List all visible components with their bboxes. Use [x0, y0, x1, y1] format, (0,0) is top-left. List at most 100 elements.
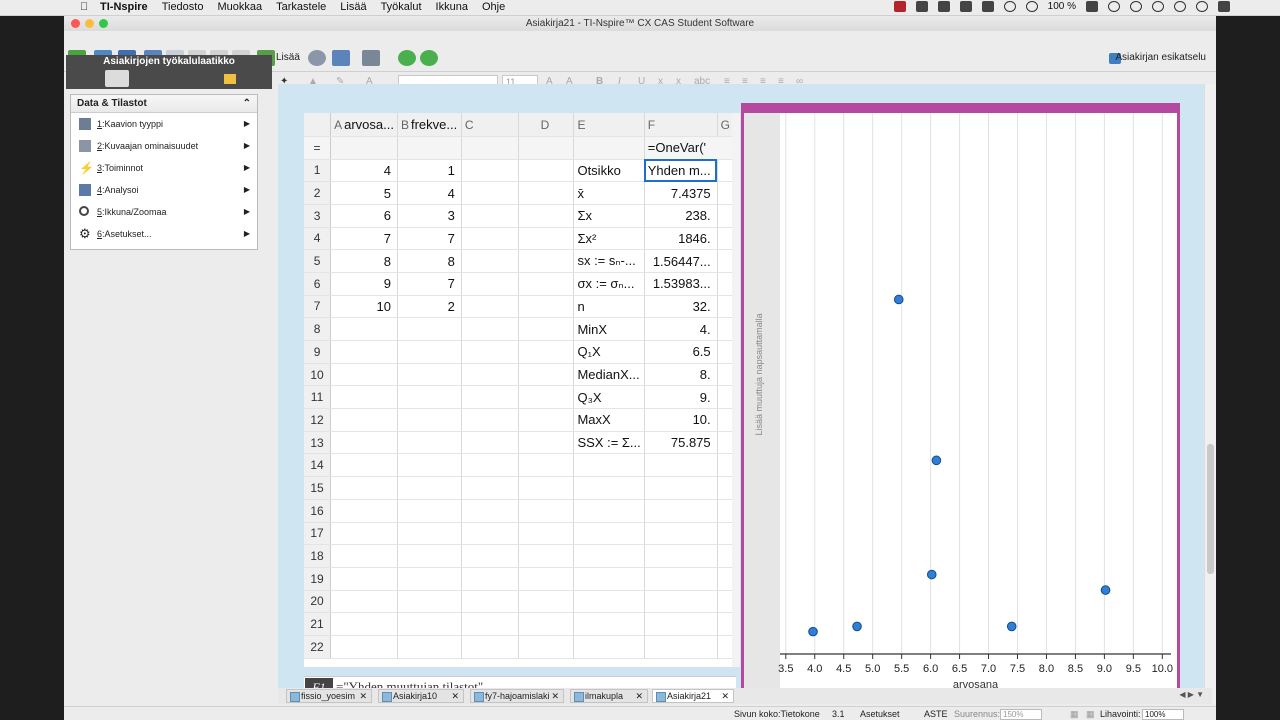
row-number[interactable]: 1 [304, 159, 332, 183]
fit-page-icon[interactable]: ▦ [1070, 709, 1079, 720]
row-number[interactable]: 6 [304, 272, 332, 296]
close-tab-icon[interactable]: ✕ [359, 690, 367, 702]
document-preview-button[interactable]: Asiakirjan esikatselu [1115, 52, 1206, 63]
cell-a[interactable] [330, 431, 398, 455]
workspace-scrollbar[interactable] [1204, 84, 1216, 704]
toolbox-tab-content[interactable] [224, 74, 236, 84]
cell-d[interactable] [518, 567, 575, 591]
doc-tab[interactable]: fissio_yoesim ✕ [286, 689, 372, 703]
approx-select[interactable]: 100% [1142, 709, 1184, 720]
cell-e[interactable] [573, 476, 645, 500]
column-header-a[interactable]: Aarvosa... [330, 113, 398, 137]
cell-b[interactable] [397, 408, 462, 432]
cell-b[interactable] [397, 476, 462, 500]
menu-insert[interactable]: Lisää [340, 1, 366, 13]
formula-cell-f[interactable]: =OneVar(' [644, 136, 736, 160]
cell-a[interactable] [330, 476, 398, 500]
menu-actions[interactable]: ⚡ 3:Toiminnot ▶ [71, 157, 257, 179]
formula-cell-b[interactable] [397, 136, 462, 160]
formula-cell-c[interactable] [461, 136, 519, 160]
cell-a[interactable] [330, 544, 398, 568]
cell-c[interactable] [461, 317, 519, 341]
cell-e[interactable]: Q₁X [573, 340, 645, 364]
cell-e[interactable]: MinX [573, 317, 645, 341]
user-icon[interactable] [1130, 1, 1142, 12]
volume-icon[interactable] [1025, 1, 1038, 12]
cell-a[interactable] [330, 408, 398, 432]
cell-b[interactable] [397, 385, 462, 410]
doc-tab[interactable]: Asiakirja10 ✕ [378, 689, 464, 703]
cell-d[interactable] [518, 499, 575, 523]
cell-f[interactable]: 32. [644, 295, 718, 319]
row-number[interactable]: 17 [304, 522, 332, 546]
cell-c[interactable] [461, 567, 519, 591]
minimize-window-button[interactable] [85, 19, 94, 28]
dropbox-icon[interactable] [915, 1, 928, 12]
row-number[interactable]: 18 [304, 544, 332, 568]
cell-e[interactable]: MaxX [573, 408, 645, 432]
doc-tab[interactable]: fy7-hajoamislaki ✕ [470, 689, 564, 703]
cell-a[interactable]: 9 [330, 272, 398, 296]
cell-a[interactable] [330, 499, 398, 523]
cell-e[interactable] [573, 567, 645, 591]
cell-d[interactable] [518, 317, 575, 341]
cell-e[interactable]: sx := sₙ-... [573, 249, 645, 273]
cell-c[interactable] [461, 431, 519, 455]
cell-f[interactable] [644, 453, 718, 478]
cell-f[interactable]: 1.53983... [644, 272, 718, 296]
cell-e[interactable]: σx := σₙ... [573, 272, 645, 296]
cell-a[interactable] [330, 635, 398, 659]
cell-d[interactable] [518, 249, 575, 273]
cell-c[interactable] [461, 635, 519, 659]
wifi-icon[interactable] [1003, 1, 1016, 12]
plot-svg[interactable]: 3.5 4.0 4.5 5.0 5.5 6.0 6.5 7.0 7.5 8.0 8.5 9.0 9.5 1… [744, 113, 1177, 694]
column-header-b[interactable]: Bfrekve... [397, 113, 462, 137]
sheet-scrollbar[interactable] [732, 113, 740, 667]
cell-d[interactable] [518, 227, 575, 251]
menu-analyze[interactable]: 4:Analysoi ▶ [71, 179, 257, 201]
formula-row-label[interactable]: = [304, 136, 332, 160]
cell-e[interactable]: SSX := Σ... [573, 431, 645, 455]
cell-d[interactable] [518, 522, 575, 546]
cell-a[interactable]: 6 [330, 204, 398, 228]
page-layout-icon[interactable] [332, 50, 350, 66]
lists-spreadsheet[interactable]: Aarvosa... Bfrekve... C D E F G = =OneVa… [304, 113, 736, 667]
cell-c[interactable] [461, 295, 519, 319]
angle-mode-status[interactable]: ASTE [924, 709, 948, 719]
cell-b[interactable]: 7 [397, 272, 462, 296]
cell-c[interactable] [461, 544, 519, 568]
row-number[interactable]: 16 [304, 499, 332, 523]
cell-d[interactable] [518, 340, 575, 364]
menu-window[interactable]: Ikkuna [436, 1, 468, 13]
cell-e[interactable]: Q₃X [573, 385, 645, 410]
cell-d[interactable] [518, 453, 575, 478]
row-number[interactable]: 12 [304, 408, 332, 432]
cell-d[interactable] [518, 431, 575, 455]
cell-d[interactable] [518, 612, 575, 636]
cell-a[interactable] [330, 385, 398, 410]
cell-d[interactable] [518, 476, 575, 500]
menu-settings[interactable]: ⚙ 6:Asetukset... ▶ [71, 223, 257, 245]
formula-cell-a[interactable] [330, 136, 398, 160]
toolbox-tab-tools[interactable] [105, 70, 129, 87]
toolbox-tab-scratchpad[interactable] [134, 70, 158, 87]
cell-c[interactable] [461, 227, 519, 251]
cell-e[interactable]: MedianX... [573, 363, 645, 387]
cell-d[interactable] [518, 635, 575, 659]
row-number[interactable]: 5 [304, 249, 332, 273]
cell-b[interactable] [397, 453, 462, 478]
cell-f[interactable]: Yhden m... [644, 159, 718, 183]
cell-c[interactable] [461, 522, 519, 546]
cell-f[interactable]: 10. [644, 408, 718, 432]
cell-c[interactable] [461, 453, 519, 478]
cell-c[interactable] [461, 363, 519, 387]
close-tab-icon[interactable]: ✕ [451, 690, 459, 702]
row-number[interactable]: 14 [304, 453, 332, 478]
row-number[interactable]: 13 [304, 431, 332, 455]
cell-e[interactable] [573, 522, 645, 546]
cell-d[interactable] [518, 295, 575, 319]
cell-b[interactable]: 3 [397, 204, 462, 228]
cell-a[interactable] [330, 453, 398, 478]
cell-e[interactable]: Σx² [573, 227, 645, 251]
toolbox-tab-library[interactable] [190, 70, 214, 87]
